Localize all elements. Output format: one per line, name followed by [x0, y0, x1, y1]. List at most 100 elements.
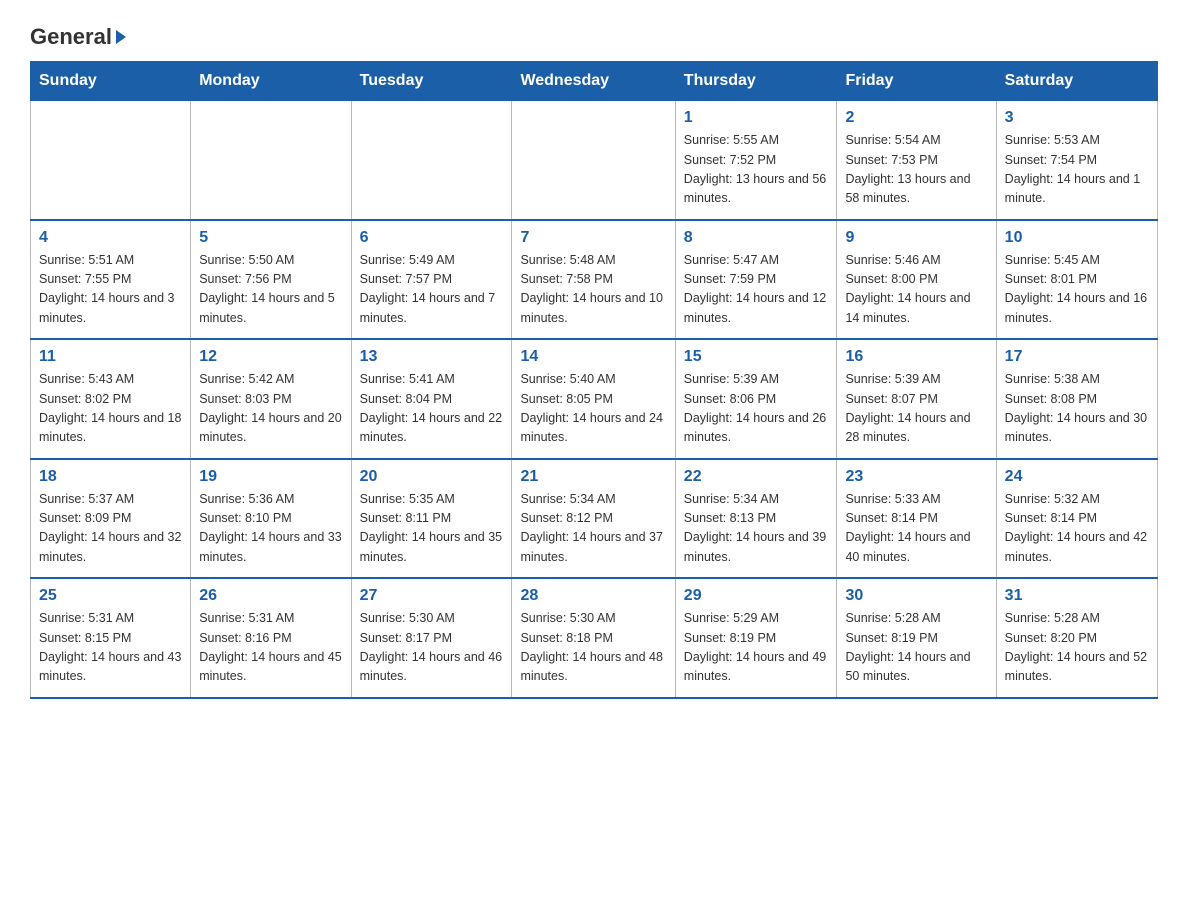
- calendar-cell: 4Sunrise: 5:51 AM Sunset: 7:55 PM Daylig…: [31, 220, 191, 340]
- day-number: 15: [684, 348, 829, 366]
- calendar-cell: 1 Sunrise: 5:55 AM Sunset: 7:52 PM Daylig…: [675, 101, 837, 220]
- calendar-header-row: SundayMondayTuesdayWednesdayThursdayFrid…: [31, 62, 1158, 101]
- sun-info: Sunrise: 5:55 AM Sunset: 7:52 PM Dayligh…: [684, 131, 829, 209]
- calendar-cell: 21 Sunrise: 5:34 AM Sunset: 8:12 PM Dayli…: [512, 459, 675, 579]
- sun-info: Sunrise: 5:38 AM Sunset: 8:08 PM Dayligh…: [1005, 370, 1149, 448]
- calendar-cell: 23 Sunrise: 5:33 AM Sunset: 8:14 PM Dayli…: [837, 459, 996, 579]
- logo-text: General: [30, 25, 126, 49]
- sun-info: Sunrise: 5:42 AM Sunset: 8:03 PM Dayligh…: [199, 370, 342, 448]
- calendar-cell: 20 Sunrise: 5:35 AM Sunset: 8:11 PM Dayli…: [351, 459, 512, 579]
- day-number: 22: [684, 468, 829, 486]
- sun-info: Sunrise: 5:46 AM Sunset: 8:00 PM Dayligh…: [845, 251, 987, 329]
- calendar-cell: 24 Sunrise: 5:32 AM Sunset: 8:14 PM Dayli…: [996, 459, 1157, 579]
- sun-info: Sunrise: 5:37 AM Sunset: 8:09 PM Dayligh…: [39, 490, 182, 568]
- day-number: 5: [199, 229, 342, 247]
- calendar-week-5: 25 Sunrise: 5:31 AM Sunset: 8:15 PM Dayli…: [31, 578, 1158, 698]
- sun-info: Sunrise: 5:34 AM Sunset: 8:12 PM Dayligh…: [520, 490, 666, 568]
- calendar-cell: 17 Sunrise: 5:38 AM Sunset: 8:08 PM Dayli…: [996, 339, 1157, 459]
- calendar-cell: 27 Sunrise: 5:30 AM Sunset: 8:17 PM Dayli…: [351, 578, 512, 698]
- day-number: 17: [1005, 348, 1149, 366]
- sun-info: Sunrise: 5:31 AM Sunset: 8:15 PM Dayligh…: [39, 609, 182, 687]
- calendar-cell: 11 Sunrise: 5:43 AM Sunset: 8:02 PM Dayli…: [31, 339, 191, 459]
- calendar-cell: 25 Sunrise: 5:31 AM Sunset: 8:15 PM Dayli…: [31, 578, 191, 698]
- calendar-cell: [191, 101, 351, 220]
- calendar-cell: 18 Sunrise: 5:37 AM Sunset: 8:09 PM Dayli…: [31, 459, 191, 579]
- calendar-cell: 31 Sunrise: 5:28 AM Sunset: 8:20 PM Dayli…: [996, 578, 1157, 698]
- calendar-cell: 15 Sunrise: 5:39 AM Sunset: 8:06 PM Dayli…: [675, 339, 837, 459]
- sun-info: Sunrise: 5:32 AM Sunset: 8:14 PM Dayligh…: [1005, 490, 1149, 568]
- day-number: 25: [39, 587, 182, 605]
- day-number: 6: [360, 229, 504, 247]
- calendar-header-saturday: Saturday: [996, 62, 1157, 101]
- calendar-header-monday: Monday: [191, 62, 351, 101]
- sun-info: Sunrise: 5:28 AM Sunset: 8:19 PM Dayligh…: [845, 609, 987, 687]
- day-number: 26: [199, 587, 342, 605]
- sun-info: Sunrise: 5:53 AM Sunset: 7:54 PM Dayligh…: [1005, 131, 1149, 209]
- calendar-week-4: 18 Sunrise: 5:37 AM Sunset: 8:09 PM Dayli…: [31, 459, 1158, 579]
- calendar-cell: 3 Sunrise: 5:53 AM Sunset: 7:54 PM Daylig…: [996, 101, 1157, 220]
- day-number: 12: [199, 348, 342, 366]
- sun-info: Sunrise: 5:35 AM Sunset: 8:11 PM Dayligh…: [360, 490, 504, 568]
- calendar-cell: 5 Sunrise: 5:50 AM Sunset: 7:56 PM Daylig…: [191, 220, 351, 340]
- sun-info: Sunrise: 5:43 AM Sunset: 8:02 PM Dayligh…: [39, 370, 182, 448]
- sun-info: Sunrise: 5:33 AM Sunset: 8:14 PM Dayligh…: [845, 490, 987, 568]
- sun-info: Sunrise: 5:51 AM Sunset: 7:55 PM Dayligh…: [39, 251, 182, 329]
- day-number: 29: [684, 587, 829, 605]
- sun-info: Sunrise: 5:39 AM Sunset: 8:07 PM Dayligh…: [845, 370, 987, 448]
- calendar-cell: 26 Sunrise: 5:31 AM Sunset: 8:16 PM Dayli…: [191, 578, 351, 698]
- day-number: 9: [845, 229, 987, 247]
- day-number: 28: [520, 587, 666, 605]
- day-number: 3: [1005, 109, 1149, 127]
- day-number: 14: [520, 348, 666, 366]
- calendar-header-friday: Friday: [837, 62, 996, 101]
- sun-info: Sunrise: 5:36 AM Sunset: 8:10 PM Dayligh…: [199, 490, 342, 568]
- day-number: 31: [1005, 587, 1149, 605]
- sun-info: Sunrise: 5:54 AM Sunset: 7:53 PM Dayligh…: [845, 131, 987, 209]
- calendar-cell: 14 Sunrise: 5:40 AM Sunset: 8:05 PM Dayli…: [512, 339, 675, 459]
- sun-info: Sunrise: 5:28 AM Sunset: 8:20 PM Dayligh…: [1005, 609, 1149, 687]
- calendar-cell: 29Sunrise: 5:29 AM Sunset: 8:19 PM Dayli…: [675, 578, 837, 698]
- sun-info: Sunrise: 5:47 AM Sunset: 7:59 PM Dayligh…: [684, 251, 829, 329]
- calendar-week-1: 1 Sunrise: 5:55 AM Sunset: 7:52 PM Daylig…: [31, 101, 1158, 220]
- calendar-cell: 8 Sunrise: 5:47 AM Sunset: 7:59 PM Daylig…: [675, 220, 837, 340]
- calendar-cell: 6Sunrise: 5:49 AM Sunset: 7:57 PM Daylig…: [351, 220, 512, 340]
- calendar-header-sunday: Sunday: [31, 62, 191, 101]
- day-number: 7: [520, 229, 666, 247]
- day-number: 11: [39, 348, 182, 366]
- day-number: 10: [1005, 229, 1149, 247]
- calendar-cell: 22 Sunrise: 5:34 AM Sunset: 8:13 PM Dayli…: [675, 459, 837, 579]
- calendar-cell: 10Sunrise: 5:45 AM Sunset: 8:01 PM Dayli…: [996, 220, 1157, 340]
- calendar-header-wednesday: Wednesday: [512, 62, 675, 101]
- day-number: 21: [520, 468, 666, 486]
- day-number: 16: [845, 348, 987, 366]
- calendar-header-tuesday: Tuesday: [351, 62, 512, 101]
- sun-info: Sunrise: 5:48 AM Sunset: 7:58 PM Dayligh…: [520, 251, 666, 329]
- day-number: 18: [39, 468, 182, 486]
- day-number: 19: [199, 468, 342, 486]
- calendar-cell: 2Sunrise: 5:54 AM Sunset: 7:53 PM Daylig…: [837, 101, 996, 220]
- calendar-cell: 19 Sunrise: 5:36 AM Sunset: 8:10 PM Dayli…: [191, 459, 351, 579]
- day-number: 24: [1005, 468, 1149, 486]
- day-number: 8: [684, 229, 829, 247]
- page-header: General: [30, 20, 1158, 49]
- sun-info: Sunrise: 5:31 AM Sunset: 8:16 PM Dayligh…: [199, 609, 342, 687]
- sun-info: Sunrise: 5:40 AM Sunset: 8:05 PM Dayligh…: [520, 370, 666, 448]
- sun-info: Sunrise: 5:34 AM Sunset: 8:13 PM Dayligh…: [684, 490, 829, 568]
- day-number: 23: [845, 468, 987, 486]
- calendar-cell: 28Sunrise: 5:30 AM Sunset: 8:18 PM Dayli…: [512, 578, 675, 698]
- calendar-cell: 7 Sunrise: 5:48 AM Sunset: 7:58 PM Daylig…: [512, 220, 675, 340]
- calendar-cell: 30Sunrise: 5:28 AM Sunset: 8:19 PM Dayli…: [837, 578, 996, 698]
- calendar-cell: [512, 101, 675, 220]
- day-number: 1: [684, 109, 829, 127]
- day-number: 27: [360, 587, 504, 605]
- sun-info: Sunrise: 5:39 AM Sunset: 8:06 PM Dayligh…: [684, 370, 829, 448]
- logo: General: [30, 20, 126, 49]
- day-number: 13: [360, 348, 504, 366]
- calendar-cell: [31, 101, 191, 220]
- sun-info: Sunrise: 5:50 AM Sunset: 7:56 PM Dayligh…: [199, 251, 342, 329]
- sun-info: Sunrise: 5:41 AM Sunset: 8:04 PM Dayligh…: [360, 370, 504, 448]
- calendar-table: SundayMondayTuesdayWednesdayThursdayFrid…: [30, 61, 1158, 699]
- sun-info: Sunrise: 5:30 AM Sunset: 8:17 PM Dayligh…: [360, 609, 504, 687]
- day-number: 20: [360, 468, 504, 486]
- calendar-cell: 12 Sunrise: 5:42 AM Sunset: 8:03 PM Dayli…: [191, 339, 351, 459]
